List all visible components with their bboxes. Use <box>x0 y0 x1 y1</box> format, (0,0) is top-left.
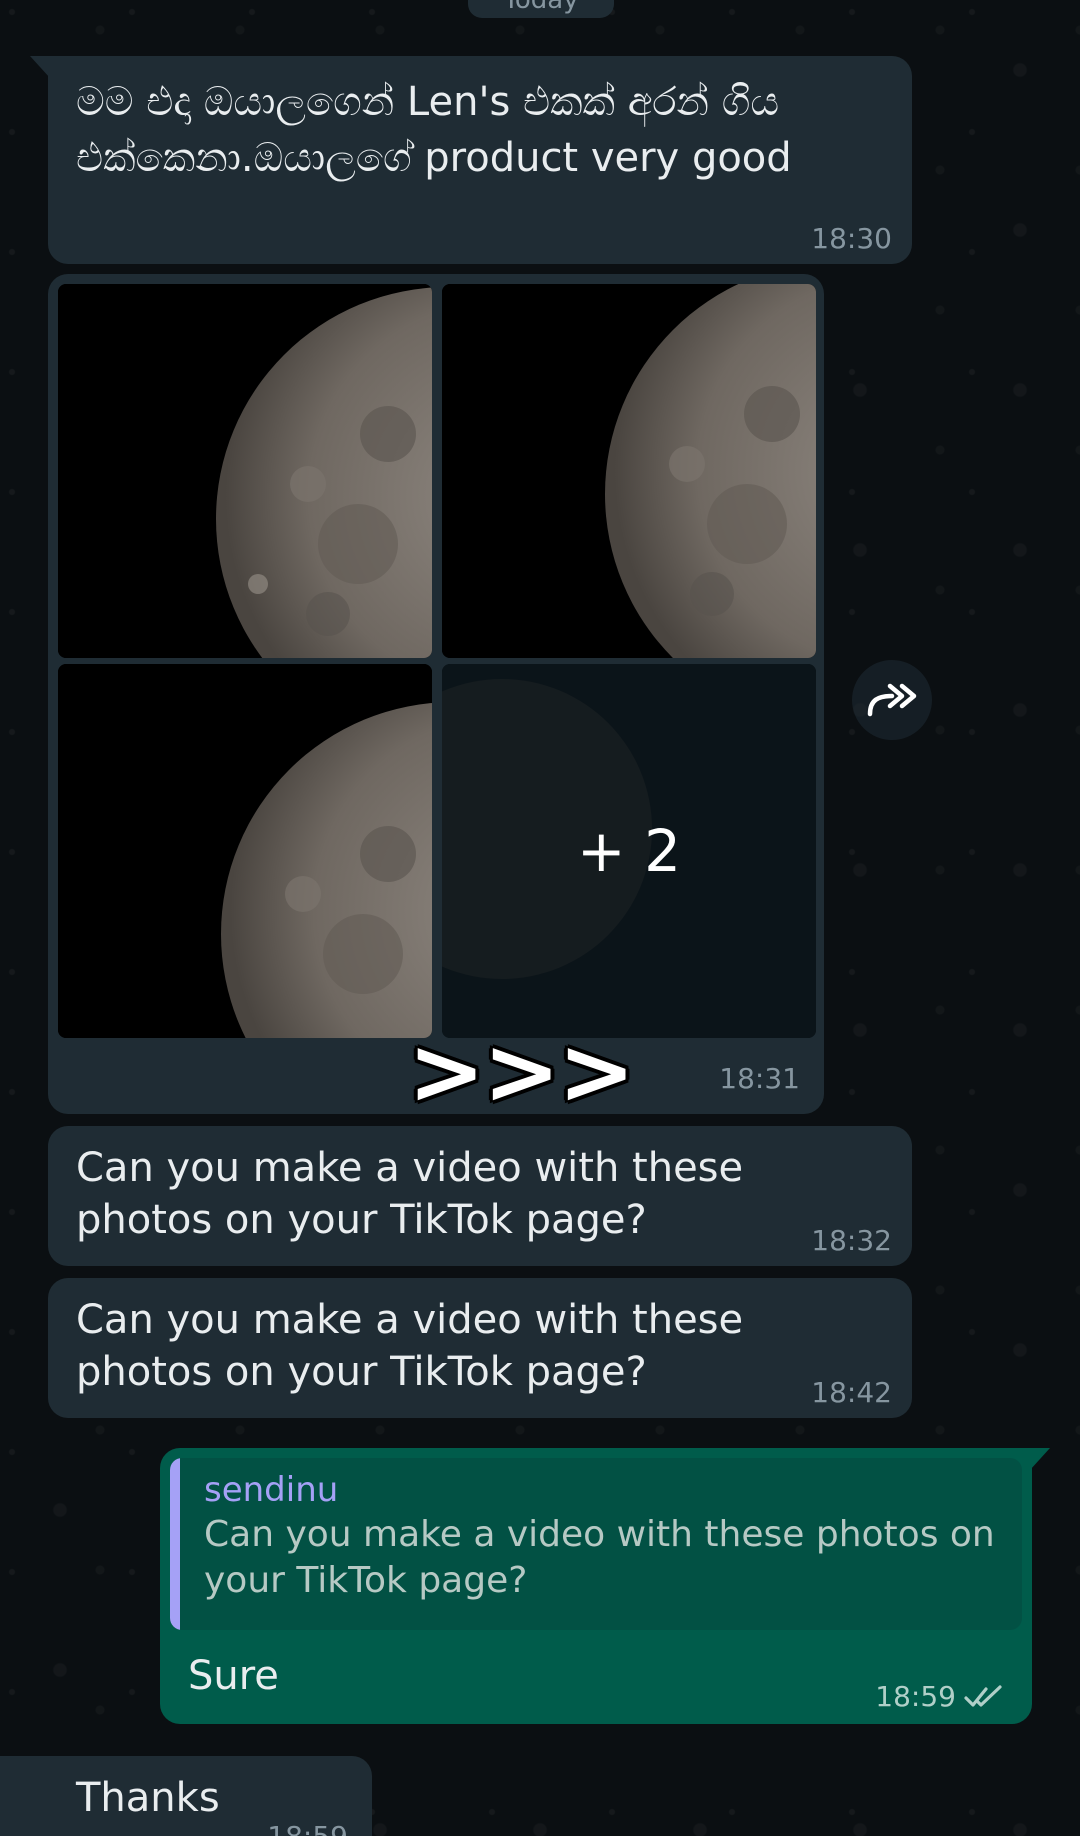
quoted-text: Can you make a video with these photos o… <box>204 1514 995 1601</box>
message-text: Can you make a video with these photos o… <box>76 1297 744 1395</box>
double-check-icon <box>964 1685 1002 1707</box>
incoming-message[interactable]: Can you make a video with these photos o… <box>48 1278 912 1418</box>
moon-photo <box>442 284 816 658</box>
forward-button[interactable] <box>852 660 932 740</box>
message-time: 18:42 <box>811 1376 892 1409</box>
message-text: මම එදා ඔයාලගෙන් Len's එකක් අරන් ගිය එක්ක… <box>76 79 792 181</box>
more-photos-count: + 2 <box>442 664 816 1038</box>
message-time: 18:30 <box>811 222 892 255</box>
message-time: 18:59 <box>875 1680 956 1713</box>
incoming-message[interactable]: Can you make a video with these photos o… <box>48 1126 912 1266</box>
quote-accent-bar <box>170 1458 180 1630</box>
incoming-message[interactable]: Thanks 18:59 <box>0 1756 372 1836</box>
message-text: Thanks <box>76 1775 220 1821</box>
date-chip: Today <box>468 0 614 18</box>
outgoing-reply-message[interactable]: sendinu Can you make a video with these … <box>160 1448 1050 1724</box>
incoming-message[interactable]: මම එදා ඔයාලගෙන් Len's එකක් අරන් ගිය එක්ක… <box>30 56 912 264</box>
forward-icon <box>867 683 917 717</box>
quoted-author: sendinu <box>204 1470 339 1510</box>
moon-photo <box>58 284 432 658</box>
arrow-overlay-text: >>> <box>408 1018 635 1125</box>
album-photo[interactable] <box>58 664 432 1038</box>
album-photo[interactable] <box>58 284 432 658</box>
quoted-message[interactable]: sendinu Can you make a video with these … <box>170 1458 1022 1630</box>
message-text: Can you make a video with these photos o… <box>76 1145 744 1243</box>
media-album-message[interactable]: + 2 >>> 18:31 <box>48 274 824 1122</box>
message-meta: 18:59 <box>875 1680 1004 1714</box>
moon-photo <box>58 664 432 1038</box>
message-text: Sure <box>188 1653 279 1699</box>
message-time: 18:32 <box>811 1224 892 1257</box>
album-photo[interactable] <box>442 284 816 658</box>
message-time: 18:31 <box>719 1062 800 1095</box>
album-more-photos[interactable]: + 2 <box>442 664 816 1038</box>
message-time: 18:59 <box>267 1822 348 1836</box>
